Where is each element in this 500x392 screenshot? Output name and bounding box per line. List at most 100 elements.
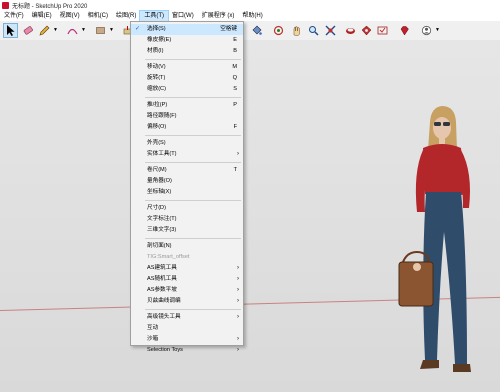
menu-item-label: 量角器(O) (147, 178, 172, 184)
menu-item-label: Selection Toys (147, 347, 183, 353)
menu-item[interactable]: 高级镜头工具 › (131, 312, 243, 323)
menu-item-label: 坐标轴(X) (147, 189, 172, 195)
submenu-arrow-icon: › (237, 265, 239, 271)
menu-item[interactable]: 实体工具(T) › (131, 149, 243, 160)
section-icon[interactable] (420, 24, 433, 37)
menu-item[interactable]: 外壳(S) (131, 138, 243, 149)
extension-warehouse-icon[interactable] (360, 24, 373, 37)
menu-item[interactable]: 橡皮擦(E) E (131, 35, 243, 46)
paint-bucket-icon[interactable] (250, 24, 263, 37)
menu-5[interactable]: 工具(T) (139, 10, 170, 22)
menu-8[interactable]: 帮助(H) (238, 11, 266, 21)
select-arrow-icon[interactable] (3, 23, 18, 38)
menu-item-label: 旋转(T) (147, 75, 166, 81)
rectangle-icon[interactable] (94, 24, 107, 37)
menu-item[interactable]: 旋转(T) Q (131, 73, 243, 84)
menu-item[interactable]: AS建筑工具 › (131, 263, 243, 274)
title-bar: 无标题 - SketchUp Pro 2020 (0, 0, 500, 11)
menu-separator (145, 59, 241, 60)
menu-item-label: 移动(V) (147, 64, 166, 70)
menu-item[interactable]: 尺寸(D) (131, 203, 243, 214)
menu-item[interactable]: 三维文字(3) (131, 225, 243, 236)
menu-item[interactable]: 互动 (131, 323, 243, 334)
menu-item-label: 橡皮擦(E) (147, 37, 172, 43)
menu-item-label: 剖切面(N) (147, 243, 172, 249)
menu-item[interactable]: 量角器(O) (131, 176, 243, 187)
menu-item[interactable]: 推/拉(P) P (131, 100, 243, 111)
menu-item[interactable]: 缩放(C) S (131, 84, 243, 95)
menu-item-shortcut: E (233, 37, 237, 43)
menu-item-label: 沙箱 (147, 336, 159, 342)
menu-item-label: AS随机工具 (147, 276, 177, 282)
menu-item-shortcut: B (233, 48, 237, 54)
drawing-canvas[interactable] (0, 40, 500, 392)
zoom-icon[interactable] (307, 24, 320, 37)
eraser-icon[interactable] (21, 24, 34, 37)
chevron-down-icon[interactable]: ▼ (52, 24, 59, 37)
menu-item[interactable]: 路径跟随(F) (131, 111, 243, 122)
menu-item[interactable]: 卷尺(M) T (131, 165, 243, 176)
menu-item-label: AS参数平坡 (147, 287, 177, 293)
submenu-arrow-icon: › (237, 314, 239, 320)
menu-item-shortcut: M (232, 64, 237, 70)
pan-icon[interactable] (290, 24, 303, 37)
menu-separator (145, 200, 241, 201)
menu-item-label: 选择(S) (147, 26, 166, 32)
arc-icon[interactable] (66, 24, 79, 37)
menu-item-label: 文字标注(T) (147, 216, 177, 222)
menu-item[interactable]: 坐标轴(X) (131, 187, 243, 198)
menu-item[interactable]: ✓ 选择(S) 空格键 (131, 24, 243, 35)
menu-separator (145, 162, 241, 163)
warehouse-icon[interactable] (344, 24, 357, 37)
submenu-arrow-icon: › (237, 298, 239, 304)
menu-item-label: 外壳(S) (147, 140, 166, 146)
toolbar: ▼ ▼ ▼ ▼ (0, 21, 500, 41)
sandbox-icon[interactable] (376, 24, 389, 37)
menu-item-label: 材质(I) (147, 48, 164, 54)
orbit-icon[interactable] (272, 24, 285, 37)
menu-item[interactable]: AS随机工具 › (131, 274, 243, 285)
menu-separator (145, 238, 241, 239)
chevron-down-icon[interactable]: ▼ (434, 24, 441, 37)
menu-1[interactable]: 编辑(E) (28, 11, 56, 21)
person-figure (398, 106, 471, 372)
menu-item[interactable]: 文字标注(T) (131, 214, 243, 225)
menu-7[interactable]: 扩展程序 (x) (198, 11, 239, 21)
menu-item[interactable]: 移动(V) M (131, 62, 243, 73)
menu-item[interactable]: Selection Toys › (131, 345, 243, 356)
sketchup-logo-icon (2, 2, 9, 9)
menu-2[interactable]: 视图(V) (56, 11, 84, 21)
menu-item[interactable]: 贝兹曲线调编 › (131, 296, 243, 307)
submenu-arrow-icon: › (237, 151, 239, 157)
chevron-down-icon[interactable]: ▼ (80, 24, 87, 37)
menu-item-shortcut: F (233, 124, 237, 130)
menu-item-label: 三维文字(3) (147, 227, 177, 233)
menu-item-shortcut: P (233, 102, 237, 108)
menu-item-label: 缩放(C) (147, 86, 166, 92)
menu-item-shortcut: S (233, 86, 237, 92)
menu-item-label: 尺寸(D) (147, 205, 166, 211)
checkmark-icon: ✓ (135, 26, 141, 32)
zoom-extents-icon[interactable] (324, 24, 337, 37)
menu-6[interactable]: 窗口(W) (168, 11, 198, 21)
ruby-icon[interactable] (398, 24, 411, 37)
menu-item-label: 偏移(O) (147, 124, 167, 130)
submenu-arrow-icon: › (237, 347, 239, 353)
menu-item[interactable]: 材质(I) B (131, 46, 243, 57)
menu-item[interactable]: 沙箱 › (131, 334, 243, 345)
menu-item-label: 贝兹曲线调编 (147, 298, 181, 304)
menu-0[interactable]: 文件(F) (0, 11, 28, 21)
menu-separator (145, 309, 241, 310)
pencil-icon[interactable] (38, 24, 51, 37)
chevron-down-icon[interactable]: ▼ (108, 24, 115, 37)
menu-item-label: 实体工具(T) (147, 151, 177, 157)
menu-item[interactable]: AS参数平坡 › (131, 285, 243, 296)
menu-item-label: TIG:Smart_offset (147, 254, 190, 260)
menu-item[interactable]: 偏移(O) F (131, 122, 243, 133)
menu-3[interactable]: 相机(C) (84, 11, 112, 21)
menu-item-label: 卷尺(M) (147, 167, 167, 173)
menu-4[interactable]: 绘图(R) (112, 11, 140, 21)
menu-item-shortcut: 空格键 (220, 26, 237, 32)
submenu-arrow-icon: › (237, 287, 239, 293)
menu-item[interactable]: 剖切面(N) (131, 241, 243, 252)
